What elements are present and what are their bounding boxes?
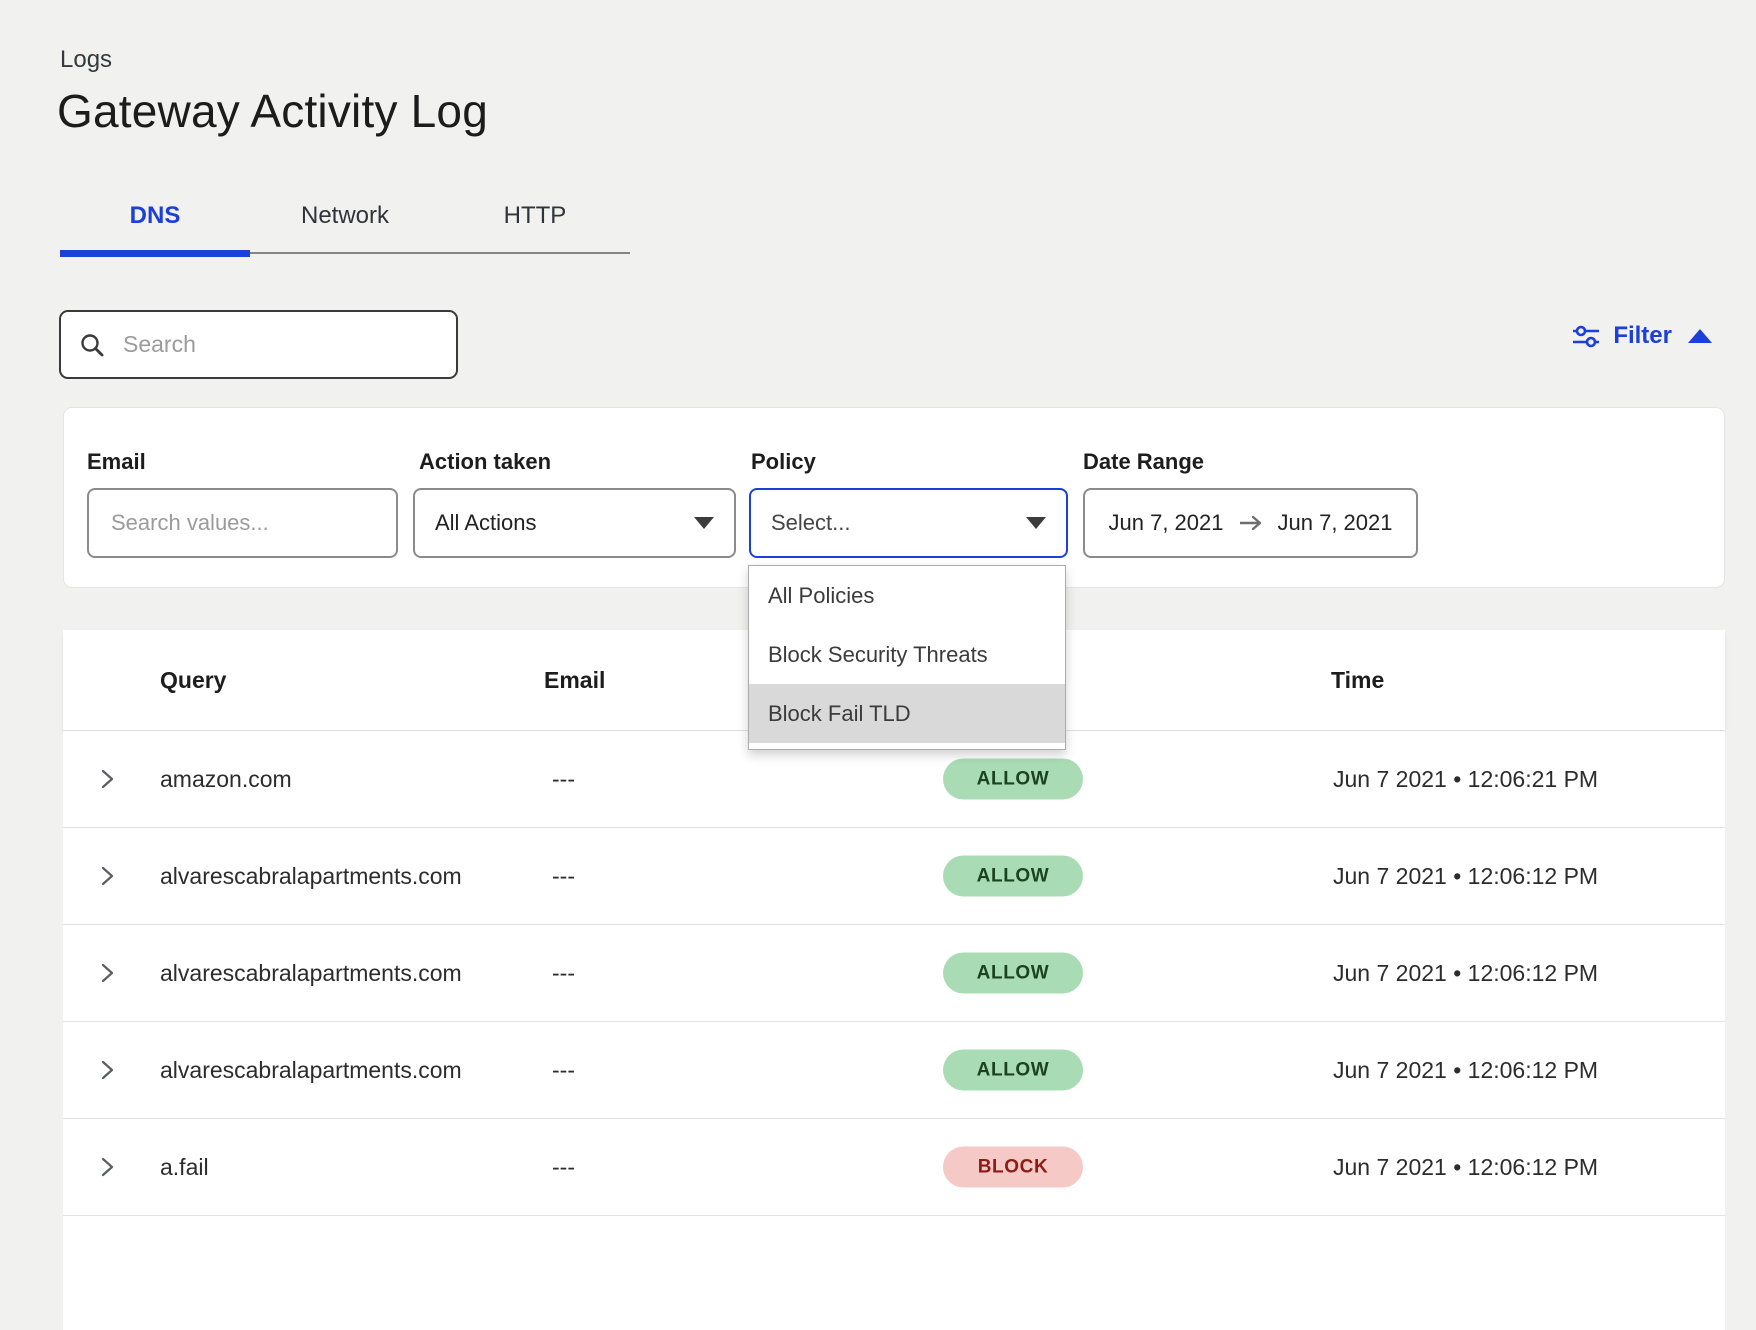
filter-panel: Email Action taken All Actions Policy Se… — [63, 407, 1725, 588]
time-cell: Jun 7 2021 • 12:06:21 PM — [1333, 731, 1598, 827]
row-expand-chevron-icon[interactable] — [96, 962, 118, 984]
email-cell: --- — [552, 828, 575, 924]
filter-toggle[interactable]: Filter — [1571, 322, 1712, 350]
arrow-right-icon — [1238, 514, 1264, 532]
time-cell: Jun 7 2021 • 12:06:12 PM — [1333, 1119, 1598, 1215]
policy-dropdown-menu: All Policies Block Security Threats Bloc… — [748, 565, 1066, 750]
policy-filter-label: Policy — [751, 449, 816, 475]
tab-dns[interactable]: DNS — [60, 188, 250, 252]
filter-toggle-label: Filter — [1613, 322, 1672, 350]
table-row[interactable]: alvarescabralapartments.com --- ALLOW Ju… — [63, 925, 1725, 1022]
search-input[interactable] — [121, 330, 438, 359]
email-cell: --- — [552, 731, 575, 827]
policy-option-block-fail-tld[interactable]: Block Fail TLD — [749, 684, 1065, 743]
action-badge: ALLOW — [943, 1050, 1083, 1091]
chevron-down-icon — [1026, 517, 1046, 529]
email-cell: --- — [552, 1119, 575, 1215]
chevron-down-icon — [694, 517, 714, 529]
action-filter-select[interactable]: All Actions — [413, 488, 736, 558]
search-box — [59, 310, 458, 379]
action-badge: ALLOW — [943, 759, 1083, 800]
query-cell: alvarescabralapartments.com — [160, 828, 462, 924]
log-type-tabs: DNS Network HTTP — [60, 188, 630, 254]
row-expand-chevron-icon[interactable] — [96, 865, 118, 887]
policy-filter-value: Select... — [771, 510, 850, 536]
time-cell: Jun 7 2021 • 12:06:12 PM — [1333, 1022, 1598, 1118]
collapse-triangle-icon — [1688, 329, 1712, 343]
daterange-filter-label: Date Range — [1083, 449, 1204, 475]
query-cell: alvarescabralapartments.com — [160, 1022, 462, 1118]
column-header-query: Query — [160, 630, 226, 730]
policy-filter-select[interactable]: Select... — [749, 488, 1068, 558]
row-expand-chevron-icon[interactable] — [96, 1156, 118, 1178]
daterange-end: Jun 7, 2021 — [1278, 510, 1393, 536]
action-badge: BLOCK — [943, 1147, 1083, 1188]
row-expand-chevron-icon[interactable] — [96, 768, 118, 790]
action-badge: ALLOW — [943, 856, 1083, 897]
search-icon — [79, 332, 105, 358]
action-badge: ALLOW — [943, 953, 1083, 994]
policy-option-block-security-threats[interactable]: Block Security Threats — [749, 625, 1065, 684]
breadcrumb[interactable]: Logs — [60, 46, 112, 74]
query-cell: alvarescabralapartments.com — [160, 925, 462, 1021]
query-cell: a.fail — [160, 1119, 209, 1215]
sliders-icon — [1571, 322, 1601, 350]
action-filter-label: Action taken — [419, 449, 551, 475]
table-row[interactable]: alvarescabralapartments.com --- ALLOW Ju… — [63, 1022, 1725, 1119]
daterange-start: Jun 7, 2021 — [1109, 510, 1224, 536]
time-cell: Jun 7 2021 • 12:06:12 PM — [1333, 828, 1598, 924]
time-cell: Jun 7 2021 • 12:06:12 PM — [1333, 925, 1598, 1021]
table-row[interactable]: alvarescabralapartments.com --- ALLOW Ju… — [63, 828, 1725, 925]
daterange-filter-box[interactable]: Jun 7, 2021 Jun 7, 2021 — [1083, 488, 1418, 558]
tab-http[interactable]: HTTP — [440, 188, 630, 252]
email-filter-box — [87, 488, 398, 558]
email-filter-label: Email — [87, 449, 146, 475]
email-filter-input[interactable] — [109, 509, 376, 537]
column-header-email: Email — [544, 630, 605, 730]
column-header-time: Time — [1331, 630, 1384, 730]
tab-network[interactable]: Network — [250, 188, 440, 252]
email-cell: --- — [552, 1022, 575, 1118]
query-cell: amazon.com — [160, 731, 292, 827]
policy-option-all-policies[interactable]: All Policies — [749, 566, 1065, 625]
page-title: Gateway Activity Log — [57, 84, 488, 138]
action-filter-value: All Actions — [435, 510, 537, 536]
row-expand-chevron-icon[interactable] — [96, 1059, 118, 1081]
table-row[interactable]: a.fail --- BLOCK Jun 7 2021 • 12:06:12 P… — [63, 1119, 1725, 1216]
email-cell: --- — [552, 925, 575, 1021]
